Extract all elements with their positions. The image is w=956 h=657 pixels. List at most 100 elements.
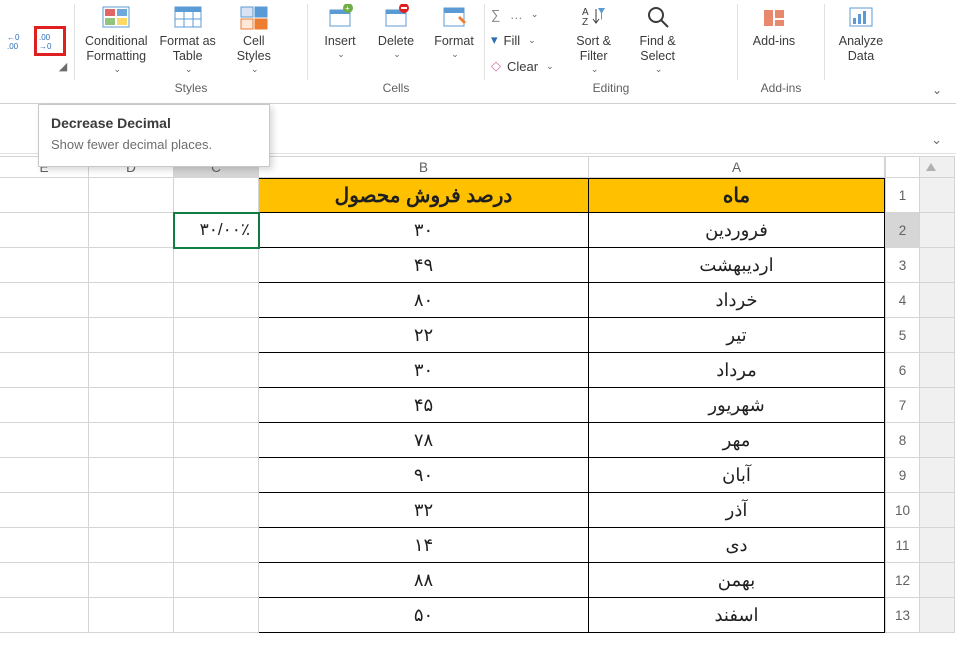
cell-C12[interactable]: [174, 563, 259, 598]
number-dialog-launcher[interactable]: ◢: [56, 60, 70, 74]
cell-D3[interactable]: [89, 248, 174, 283]
cell-E1[interactable]: [0, 178, 89, 213]
cell-E2[interactable]: [0, 213, 89, 248]
cell-A6[interactable]: مرداد: [589, 353, 885, 388]
row-header-6[interactable]: 6: [885, 353, 920, 388]
cell-C5[interactable]: [174, 318, 259, 353]
format-as-table-button[interactable]: Format as Table ⌄: [156, 0, 220, 75]
cell-C7[interactable]: [174, 388, 259, 423]
cell-A13[interactable]: اسفند: [589, 598, 885, 633]
cell-D7[interactable]: [89, 388, 174, 423]
cell-D12[interactable]: [89, 563, 174, 598]
vertical-scrollbar[interactable]: [920, 156, 955, 178]
cell-E10[interactable]: [0, 493, 89, 528]
cell-A7[interactable]: شهریور: [589, 388, 885, 423]
cell-D8[interactable]: [89, 423, 174, 458]
decrease-decimal-button[interactable]: .00→0: [36, 28, 64, 54]
cell-styles-button[interactable]: Cell Styles ⌄: [224, 0, 284, 75]
cell-E4[interactable]: [0, 283, 89, 318]
cell-D9[interactable]: [89, 458, 174, 493]
cell-D1[interactable]: [89, 178, 174, 213]
autosum-button[interactable]: ∑ …⌄: [491, 2, 554, 26]
worksheet-grid[interactable]: E D C B A درصد فروش محصولماه1٣٠/٠٠٪٣٠فرو…: [0, 156, 956, 633]
cell-A1[interactable]: ماه: [589, 178, 885, 213]
cell-B11[interactable]: ۱۴: [259, 528, 589, 563]
row-header-12[interactable]: 12: [885, 563, 920, 598]
row-header-11[interactable]: 11: [885, 528, 920, 563]
cell-C10[interactable]: [174, 493, 259, 528]
cell-B12[interactable]: ۸۸: [259, 563, 589, 598]
cell-C13[interactable]: [174, 598, 259, 633]
cell-B5[interactable]: ۲۲: [259, 318, 589, 353]
cell-C8[interactable]: [174, 423, 259, 458]
row-header-9[interactable]: 9: [885, 458, 920, 493]
cell-B13[interactable]: ۵۰: [259, 598, 589, 633]
cell-A9[interactable]: آبان: [589, 458, 885, 493]
insert-button[interactable]: + Insert ⌄: [314, 0, 366, 60]
cell-A4[interactable]: خرداد: [589, 283, 885, 318]
cell-D4[interactable]: [89, 283, 174, 318]
cell-C3[interactable]: [174, 248, 259, 283]
row-header-13[interactable]: 13: [885, 598, 920, 633]
cell-E6[interactable]: [0, 353, 89, 388]
cell-C11[interactable]: [174, 528, 259, 563]
cell-B1[interactable]: درصد فروش محصول: [259, 178, 589, 213]
col-header-A[interactable]: A: [589, 156, 885, 178]
cell-D11[interactable]: [89, 528, 174, 563]
cell-A10[interactable]: آذر: [589, 493, 885, 528]
cell-D13[interactable]: [89, 598, 174, 633]
cell-A2[interactable]: فروردین: [589, 213, 885, 248]
row-header-2[interactable]: 2: [885, 213, 920, 248]
cell-B10[interactable]: ۳۲: [259, 493, 589, 528]
cell-A11[interactable]: دی: [589, 528, 885, 563]
cell-A12[interactable]: بهمن: [589, 563, 885, 598]
sort-filter-button[interactable]: AZ Sort & Filter ⌄: [564, 0, 624, 75]
cell-A3[interactable]: اردیبهشت: [589, 248, 885, 283]
select-all-corner[interactable]: [885, 156, 920, 178]
cell-B8[interactable]: ۷۸: [259, 423, 589, 458]
cell-E7[interactable]: [0, 388, 89, 423]
cell-E3[interactable]: [0, 248, 89, 283]
collapse-ribbon-button[interactable]: ⌄: [928, 83, 946, 97]
row-header-5[interactable]: 5: [885, 318, 920, 353]
row-header-8[interactable]: 8: [885, 423, 920, 458]
clear-button[interactable]: ◇ Clear⌄: [491, 54, 554, 78]
cell-B7[interactable]: ۴۵: [259, 388, 589, 423]
analyze-data-button[interactable]: Analyze Data: [831, 0, 891, 64]
row-header-10[interactable]: 10: [885, 493, 920, 528]
cell-C1[interactable]: [174, 178, 259, 213]
row-header-7[interactable]: 7: [885, 388, 920, 423]
expand-formula-bar-button[interactable]: ⌄: [931, 132, 942, 148]
cell-E13[interactable]: [0, 598, 89, 633]
cell-D6[interactable]: [89, 353, 174, 388]
conditional-formatting-button[interactable]: Conditional Formatting ⌄: [81, 0, 152, 75]
cell-C9[interactable]: [174, 458, 259, 493]
row-header-3[interactable]: 3: [885, 248, 920, 283]
cell-C2[interactable]: ٣٠/٠٠٪: [174, 213, 259, 248]
find-select-button[interactable]: Find & Select ⌄: [628, 0, 688, 75]
cell-B3[interactable]: ۴۹: [259, 248, 589, 283]
cell-A5[interactable]: تیر: [589, 318, 885, 353]
cell-B6[interactable]: ٣٠: [259, 353, 589, 388]
cell-E11[interactable]: [0, 528, 89, 563]
cell-D10[interactable]: [89, 493, 174, 528]
delete-button[interactable]: Delete ⌄: [370, 0, 422, 60]
cell-A8[interactable]: مهر: [589, 423, 885, 458]
cell-E12[interactable]: [0, 563, 89, 598]
increase-decimal-button[interactable]: ←0.00: [4, 28, 32, 54]
cell-B2[interactable]: ٣٠: [259, 213, 589, 248]
cell-D5[interactable]: [89, 318, 174, 353]
cell-C4[interactable]: [174, 283, 259, 318]
cell-E5[interactable]: [0, 318, 89, 353]
row-header-1[interactable]: 1: [885, 178, 920, 213]
addins-button[interactable]: Add-ins: [744, 0, 804, 49]
cell-B9[interactable]: ۹۰: [259, 458, 589, 493]
cell-E9[interactable]: [0, 458, 89, 493]
row-header-4[interactable]: 4: [885, 283, 920, 318]
cell-C6[interactable]: [174, 353, 259, 388]
cell-D2[interactable]: [89, 213, 174, 248]
format-button[interactable]: Format ⌄: [426, 0, 482, 60]
cell-B4[interactable]: ۸۰: [259, 283, 589, 318]
cell-E8[interactable]: [0, 423, 89, 458]
col-header-B[interactable]: B: [259, 156, 589, 178]
